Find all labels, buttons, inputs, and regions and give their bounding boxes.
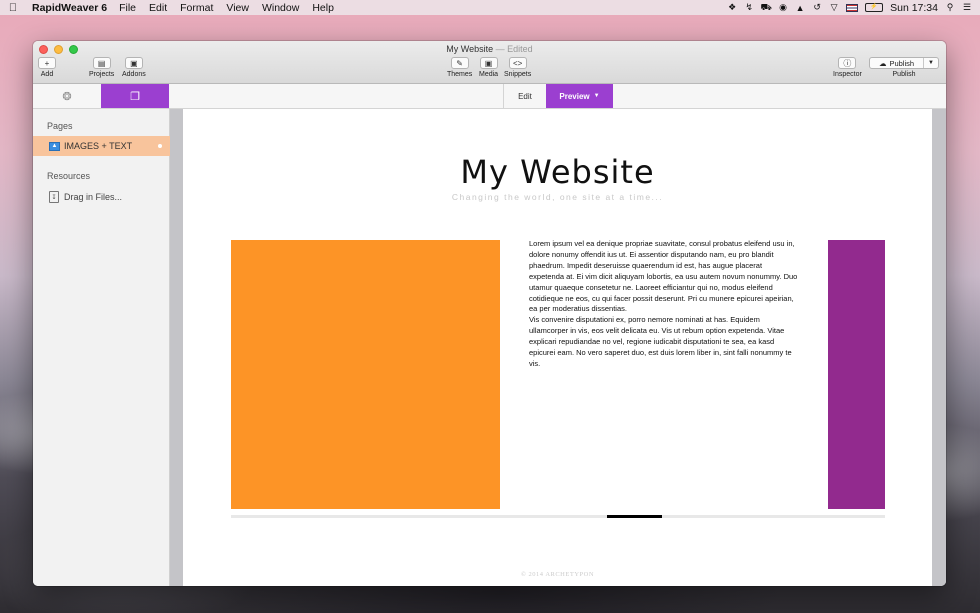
site-title: My Website bbox=[460, 153, 655, 191]
app-window: My Website — Edited + Add ▤ Projects ▣ A… bbox=[33, 41, 946, 586]
title-separator: — bbox=[495, 44, 505, 54]
drag-in-files-item[interactable]: ↧ Drag in Files... bbox=[49, 191, 122, 203]
site-page: My Website Changing the world, one site … bbox=[183, 109, 932, 586]
snippets-button[interactable]: <> Snippets bbox=[504, 57, 531, 78]
menu-edit[interactable]: Edit bbox=[149, 2, 167, 14]
pages-icon: ❐ bbox=[130, 90, 140, 103]
image-page-icon: ▲ bbox=[49, 141, 60, 151]
themes-label: Themes bbox=[447, 71, 473, 78]
addons-button[interactable]: ▣ Addons bbox=[122, 57, 146, 78]
menu-bar:  RapidWeaver 6 File Edit Format View Wi… bbox=[0, 0, 980, 15]
media-button[interactable]: ▣ Media bbox=[479, 57, 498, 78]
purple-image bbox=[828, 240, 885, 509]
add-label: Add bbox=[40, 71, 54, 78]
status-area: ❖ ↯ ⛟ ◉ ▲ ↺ ▽ ⚡ Sun 17:34 ⚲ ☰ bbox=[727, 2, 972, 14]
orange-image bbox=[231, 240, 500, 509]
tab-tools[interactable]: ❂ bbox=[33, 84, 101, 108]
publish-control: ☁ Publish ▼ Publish bbox=[869, 57, 939, 78]
inspector-label: Inspector bbox=[833, 71, 862, 78]
publish-dropdown-icon[interactable]: ▼ bbox=[924, 60, 938, 66]
projects-button[interactable]: ▤ Projects bbox=[89, 57, 114, 78]
inspector-button[interactable]: ⓘ Inspector bbox=[833, 57, 862, 78]
truck-icon[interactable]: ⛟ bbox=[760, 2, 771, 13]
bolt-icon[interactable]: ↯ bbox=[744, 2, 754, 13]
addons-label: Addons bbox=[122, 71, 146, 78]
wifi-icon[interactable]: ▽ bbox=[829, 2, 839, 13]
clock[interactable]: Sun 17:34 bbox=[890, 2, 938, 14]
themes-icon: ✎ bbox=[450, 57, 469, 69]
publish-button[interactable]: ☁ Publish bbox=[870, 58, 924, 68]
publish-button-group: ☁ Publish ▼ bbox=[869, 57, 939, 69]
page-status-dot bbox=[158, 144, 162, 148]
pages-heading: Pages bbox=[47, 121, 73, 131]
publish-button-label: Publish bbox=[889, 58, 915, 68]
themes-button[interactable]: ✎ Themes bbox=[447, 57, 472, 78]
drag-in-files-label: Drag in Files... bbox=[64, 192, 123, 202]
apple-menu-icon[interactable]:  bbox=[8, 2, 18, 14]
preview-area: My Website Changing the world, one site … bbox=[170, 109, 946, 586]
body-text: Lorem ipsum vel ea denique propriae suav… bbox=[529, 239, 799, 370]
paragraph-2: Vis convenire disputationi ex, porro nem… bbox=[529, 315, 792, 368]
media-label: Media bbox=[479, 71, 499, 78]
record-icon[interactable]: ◉ bbox=[778, 2, 788, 13]
chevron-down-icon: ▼ bbox=[593, 93, 600, 99]
app-menu[interactable]: RapidWeaver 6 bbox=[32, 2, 107, 14]
slider-thumb[interactable] bbox=[607, 515, 662, 518]
publish-label: Publish bbox=[892, 71, 916, 78]
page-item-label: IMAGES + TEXT bbox=[64, 141, 133, 151]
add-button[interactable]: + Add bbox=[38, 57, 56, 78]
menu-file[interactable]: File bbox=[119, 2, 136, 14]
sidebar-item-images-text[interactable]: ▲ IMAGES + TEXT bbox=[33, 136, 170, 156]
preview-mode-tab[interactable]: Preview ▼ bbox=[546, 84, 613, 108]
menu-window[interactable]: Window bbox=[262, 2, 299, 14]
preview-label: Preview bbox=[559, 91, 590, 101]
mode-bar: ❂ ❐ Edit Preview ▼ bbox=[33, 84, 946, 109]
slider-track[interactable] bbox=[231, 515, 885, 518]
notification-center-icon[interactable]: ☰ bbox=[962, 2, 972, 13]
uk-flag-icon[interactable] bbox=[846, 3, 859, 12]
time-machine-icon[interactable]: ↺ bbox=[812, 2, 822, 13]
cloud-icon: ☁ bbox=[878, 58, 887, 68]
paragraph-1: Lorem ipsum vel ea denique propriae suav… bbox=[529, 239, 798, 314]
file-download-icon: ↧ bbox=[49, 191, 59, 203]
info-icon: ⓘ bbox=[838, 57, 857, 69]
site-slogan: Changing the world, one site at a time..… bbox=[451, 192, 664, 202]
code-icon: <> bbox=[508, 57, 527, 69]
tab-pages[interactable]: ❐ bbox=[101, 84, 169, 108]
plus-icon: + bbox=[38, 57, 56, 69]
spotlight-search-icon[interactable]: ⚲ bbox=[945, 2, 955, 13]
window-title-text: My Website bbox=[446, 44, 494, 54]
wrench-icon: ❂ bbox=[62, 90, 72, 103]
edit-mode-tab[interactable]: Edit bbox=[503, 84, 546, 108]
site-footer: © 2014 ARCHETYPON bbox=[520, 571, 595, 578]
edited-status: Edited bbox=[507, 44, 533, 54]
battery-icon[interactable]: ⚡ bbox=[865, 3, 884, 12]
projects-icon: ▤ bbox=[92, 57, 111, 69]
cube-icon[interactable]: ▲ bbox=[795, 3, 805, 13]
menu-view[interactable]: View bbox=[226, 2, 249, 14]
media-icon: ▣ bbox=[479, 57, 498, 69]
title-bar: My Website — Edited + Add ▤ Projects ▣ A… bbox=[33, 41, 946, 84]
puzzle-icon: ▣ bbox=[124, 57, 143, 69]
snippets-label: Snippets bbox=[504, 71, 532, 78]
window-title: My Website — Edited bbox=[33, 44, 946, 54]
resources-heading: Resources bbox=[47, 171, 91, 181]
dropbox-icon[interactable]: ❖ bbox=[727, 2, 737, 13]
projects-label: Projects bbox=[89, 71, 115, 78]
sidebar: Pages ▲ IMAGES + TEXT Resources ↧ Drag i… bbox=[33, 109, 170, 586]
menu-help[interactable]: Help bbox=[312, 2, 334, 14]
menu-format[interactable]: Format bbox=[180, 2, 213, 14]
